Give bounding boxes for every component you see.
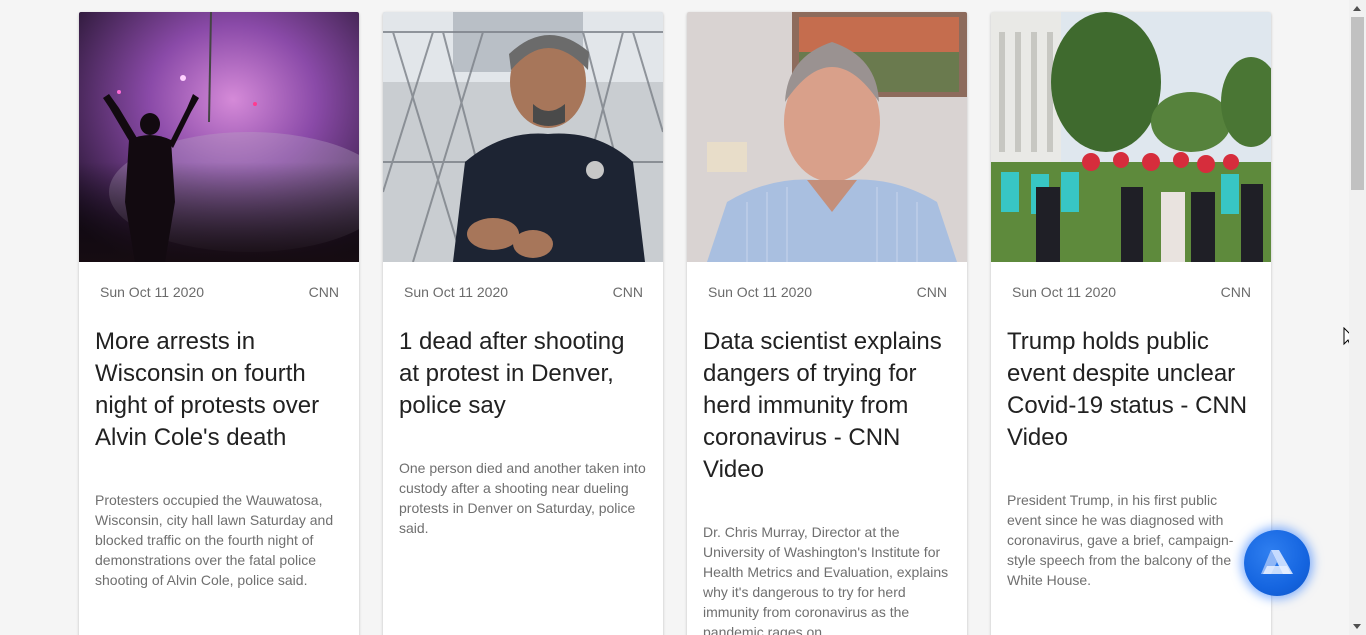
article-description: President Trump, in his first public eve…	[1007, 492, 1234, 588]
scroll-down-arrow-icon[interactable]	[1353, 624, 1361, 629]
article-date: Sun Oct 11 2020	[1012, 284, 1117, 300]
article-card[interactable]: Sun Oct 11 2020 CNN 1 dead after shootin…	[383, 12, 663, 635]
article-image-police-officer[interactable]	[383, 12, 663, 262]
assistant-fab-button[interactable]	[1244, 530, 1310, 596]
article-date: Sun Oct 11 2020	[100, 284, 205, 300]
article-card[interactable]: Sun Oct 11 2020 CNN Trump holds public e…	[991, 12, 1271, 635]
article-description: Protesters occupied the Wauwatosa, Wisco…	[95, 492, 334, 588]
article-source: CNN	[308, 284, 339, 300]
article-title[interactable]: Data scientist explains dangers of tryin…	[703, 326, 951, 486]
article-card[interactable]: Sun Oct 11 2020 CNN More arrests in Wisc…	[79, 12, 359, 635]
article-card[interactable]: Sun Oct 11 2020 CNN Data scientist expla…	[687, 12, 967, 635]
article-meta: Sun Oct 11 2020 CNN	[383, 262, 663, 304]
vertical-scrollbar[interactable]	[1349, 0, 1366, 635]
article-title[interactable]: 1 dead after shooting at protest in Denv…	[399, 326, 647, 422]
scrollbar-thumb[interactable]	[1351, 17, 1364, 190]
article-description: One person died and another taken into c…	[399, 460, 646, 536]
article-card-list: Sun Oct 11 2020 CNN More arrests in Wisc…	[79, 12, 1271, 635]
article-date: Sun Oct 11 2020	[708, 284, 813, 300]
scroll-up-arrow-icon[interactable]	[1353, 6, 1361, 11]
article-source: CNN	[1220, 284, 1251, 300]
news-feed-page: Sun Oct 11 2020 CNN More arrests in Wisc…	[0, 0, 1366, 635]
article-meta: Sun Oct 11 2020 CNN	[687, 262, 967, 304]
article-date: Sun Oct 11 2020	[404, 284, 509, 300]
article-title[interactable]: More arrests in Wisconsin on fourth nigh…	[95, 326, 343, 454]
article-title[interactable]: Trump holds public event despite unclear…	[1007, 326, 1255, 454]
article-image-protest-night[interactable]	[79, 12, 359, 262]
article-image-data-scientist[interactable]	[687, 12, 967, 262]
article-source: CNN	[916, 284, 947, 300]
article-image-white-house-event[interactable]	[991, 12, 1271, 262]
article-source: CNN	[612, 284, 643, 300]
article-meta: Sun Oct 11 2020 CNN	[79, 262, 359, 304]
article-meta: Sun Oct 11 2020 CNN	[991, 262, 1271, 304]
app-logo-icon	[1261, 550, 1293, 574]
article-description: Dr. Chris Murray, Director at the Univer…	[703, 524, 949, 635]
